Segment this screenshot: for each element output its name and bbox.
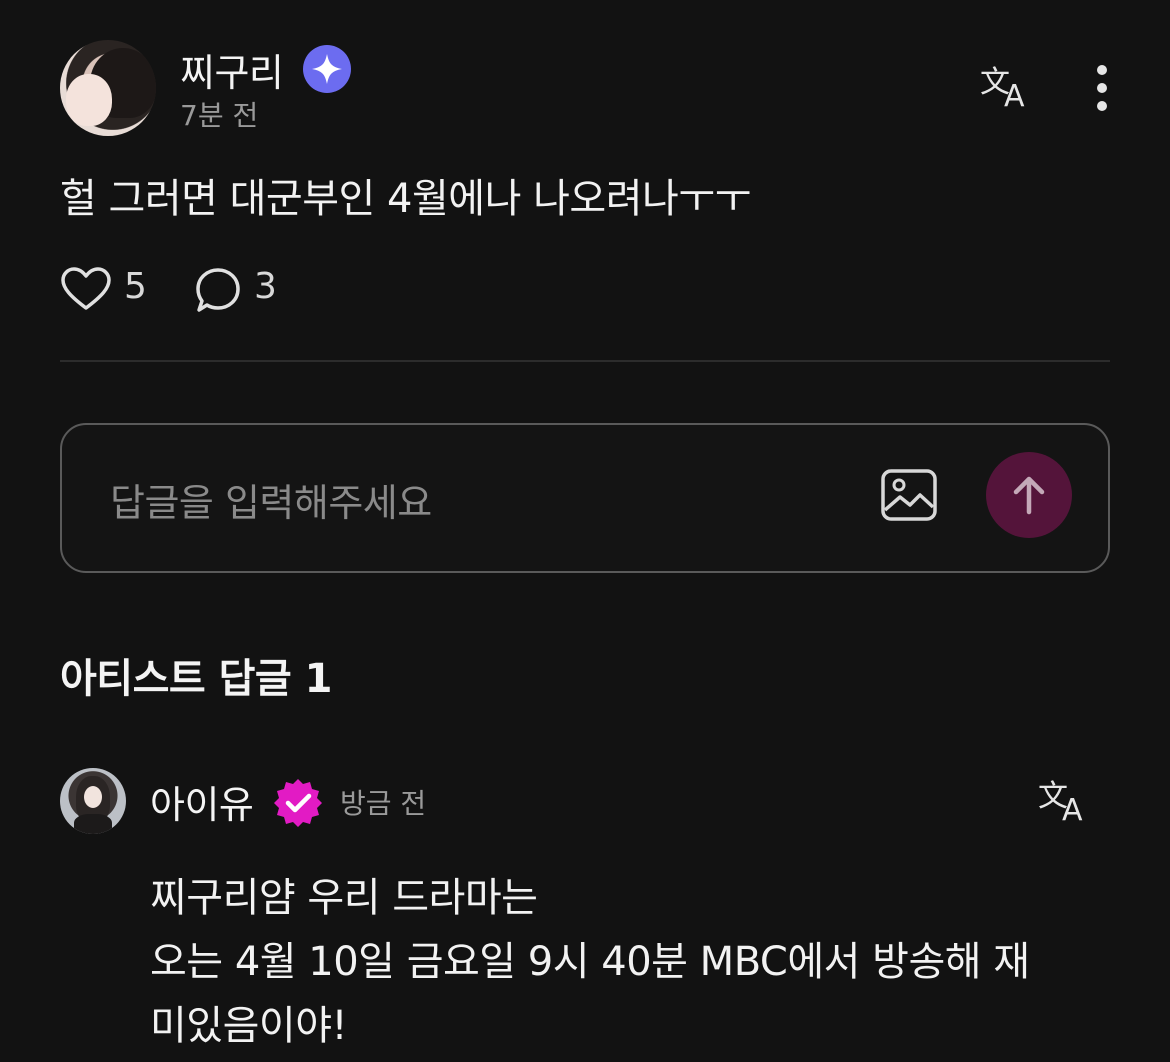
heart-icon[interactable] — [60, 266, 112, 312]
image-icon[interactable] — [880, 468, 938, 522]
more-vertical-icon[interactable] — [1088, 64, 1116, 112]
reply-input[interactable]: 답글을 입력해주세요 — [110, 472, 432, 527]
comment-icon[interactable] — [194, 266, 242, 314]
svg-text:A: A — [1004, 79, 1025, 112]
comment-count: 3 — [254, 266, 277, 307]
post-time: 7분 전 — [180, 99, 259, 132]
sparkle-badge-icon — [303, 45, 351, 93]
artist-reply-body: 찌구리얌 우리 드라마는 오는 4월 10일 금요일 9시 40분 MBC에서 … — [150, 866, 1110, 1058]
avatar-face — [66, 74, 112, 126]
arrow-up-icon — [1013, 476, 1045, 515]
post-body: 헐 그러면 대군부인 4월에나 나오려나ㅜㅜ — [60, 176, 751, 222]
post-author-avatar[interactable] — [60, 40, 156, 136]
send-button[interactable] — [986, 452, 1072, 538]
reply-line: 찌구리얌 우리 드라마는 — [150, 875, 538, 921]
reply-line: 미있음이야! — [150, 1003, 348, 1049]
avatar-body — [74, 814, 112, 834]
artist-name[interactable]: 아이유 — [150, 774, 254, 829]
reply-line: 오는 4월 10일 금요일 9시 40분 MBC에서 방송해 재 — [150, 939, 1030, 985]
post-author-name[interactable]: 찌구리 — [180, 42, 284, 97]
verified-badge-icon — [274, 779, 322, 827]
reply-time: 방금 전 — [340, 787, 427, 820]
divider — [60, 360, 1110, 362]
svg-text:A: A — [1062, 793, 1083, 826]
translate-icon[interactable]: 文 A — [978, 62, 1034, 112]
translate-icon[interactable]: 文 A — [1036, 776, 1092, 826]
artist-replies-title: 아티스트 답글 1 — [60, 656, 332, 702]
artist-avatar[interactable] — [60, 768, 126, 834]
like-count: 5 — [124, 266, 147, 307]
avatar-face — [84, 786, 102, 808]
